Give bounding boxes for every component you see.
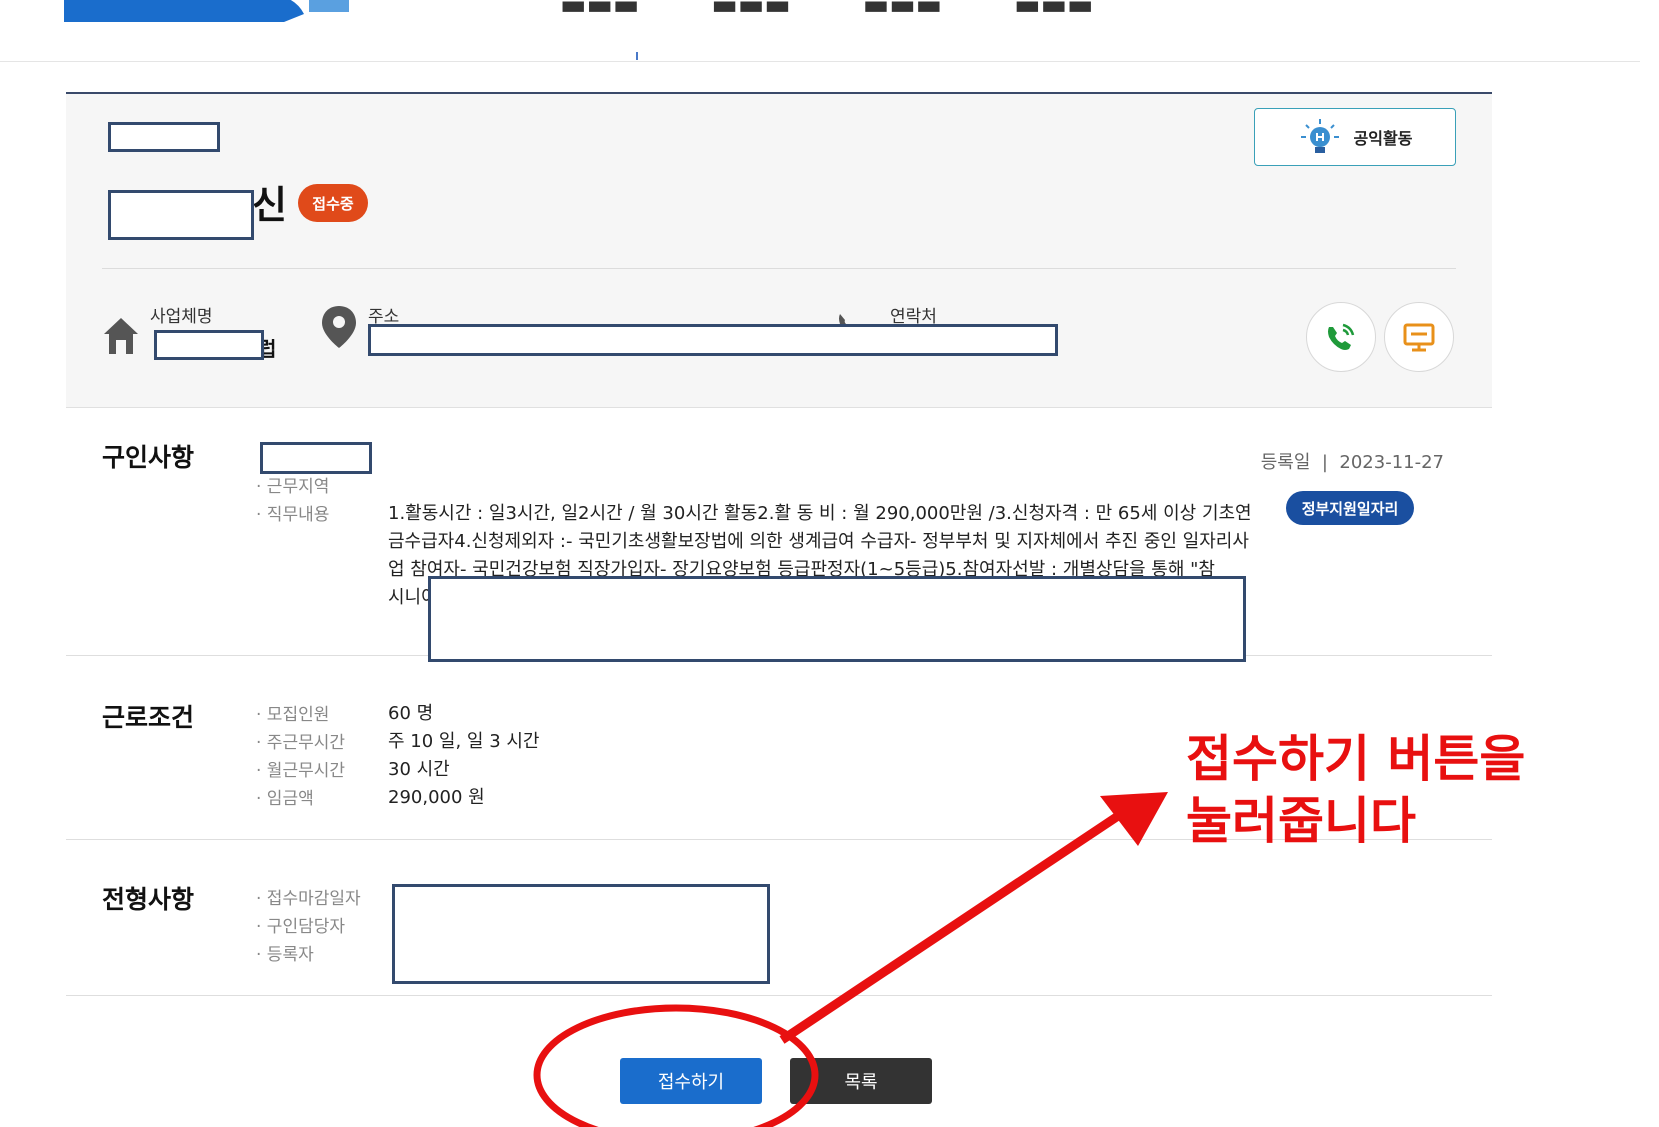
annotation-text: 접수하기 버튼을 눌러줍니다 <box>1186 730 1526 850</box>
annotation-overlay <box>533 792 1168 1127</box>
highlight-circle <box>533 1004 819 1127</box>
annotation-arrow <box>779 804 1133 1044</box>
